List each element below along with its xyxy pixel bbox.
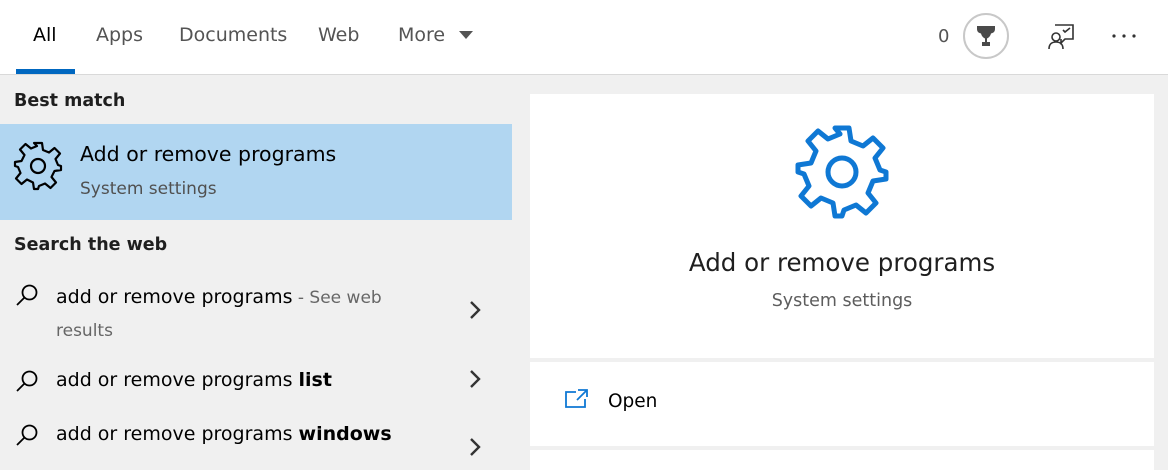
rewards-button[interactable]: [963, 13, 1009, 59]
web-result-text: add or remove programs list: [56, 364, 436, 396]
preview-card: Add or remove programs System settings: [530, 94, 1154, 358]
gear-icon: [795, 125, 889, 219]
preview-pane: Add or remove programs System settings O…: [530, 94, 1154, 470]
chevron-right-icon: [470, 438, 481, 456]
web-result-text: add or remove programs windows: [56, 418, 436, 450]
tab-all[interactable]: All: [33, 24, 57, 50]
gear-icon: [13, 141, 63, 191]
tab-apps[interactable]: Apps: [96, 24, 143, 50]
web-result-query: add or remove programs: [56, 286, 293, 308]
rewards-points: 0: [938, 26, 950, 47]
more-actions-card: [530, 450, 1154, 470]
web-result-query: add or remove programs: [56, 423, 299, 445]
best-match-header: Best match: [14, 91, 126, 111]
caret-down-icon: [459, 31, 474, 39]
web-result-bold: windows: [298, 423, 392, 445]
search-web-header: Search the web: [14, 235, 168, 255]
search-icon: [16, 370, 38, 392]
tab-web[interactable]: Web: [318, 24, 359, 50]
web-result-2[interactable]: add or remove programs list: [0, 362, 512, 408]
tab-more[interactable]: More: [398, 24, 474, 50]
open-icon: [565, 389, 588, 408]
trophy-icon: [977, 26, 995, 46]
tab-more-label: More: [398, 24, 446, 46]
web-result-bold: list: [298, 369, 332, 391]
open-action[interactable]: Open: [530, 362, 1154, 446]
best-match-item[interactable]: Add or remove programs System settings: [0, 124, 512, 220]
ellipsis-icon: [1112, 34, 1136, 38]
search-icon: [16, 424, 38, 446]
active-tab-indicator: [16, 69, 75, 74]
open-action-label: Open: [608, 391, 658, 412]
preview-subtitle: System settings: [771, 291, 913, 311]
preview-title: Add or remove programs: [688, 248, 996, 277]
chevron-right-icon: [470, 301, 481, 319]
feedback-button[interactable]: [1045, 20, 1077, 52]
search-header: All Apps Documents Web More 0: [0, 0, 1168, 75]
results-list: Best match Add or remove programs System…: [0, 76, 512, 457]
best-match-title: Add or remove programs: [80, 142, 337, 166]
best-match-subtitle: System settings: [80, 179, 217, 199]
web-result-query: add or remove programs: [56, 369, 299, 391]
chevron-right-icon: [470, 370, 481, 388]
feedback-icon: [1048, 24, 1074, 50]
search-icon: [16, 284, 38, 306]
web-result-3[interactable]: add or remove programs windows: [0, 416, 512, 457]
web-result-text: add or remove programs - See web results: [56, 281, 436, 347]
web-result-1[interactable]: add or remove programs - See web results: [0, 276, 512, 348]
more-options-button[interactable]: [1108, 20, 1140, 52]
tab-documents[interactable]: Documents: [179, 24, 287, 50]
